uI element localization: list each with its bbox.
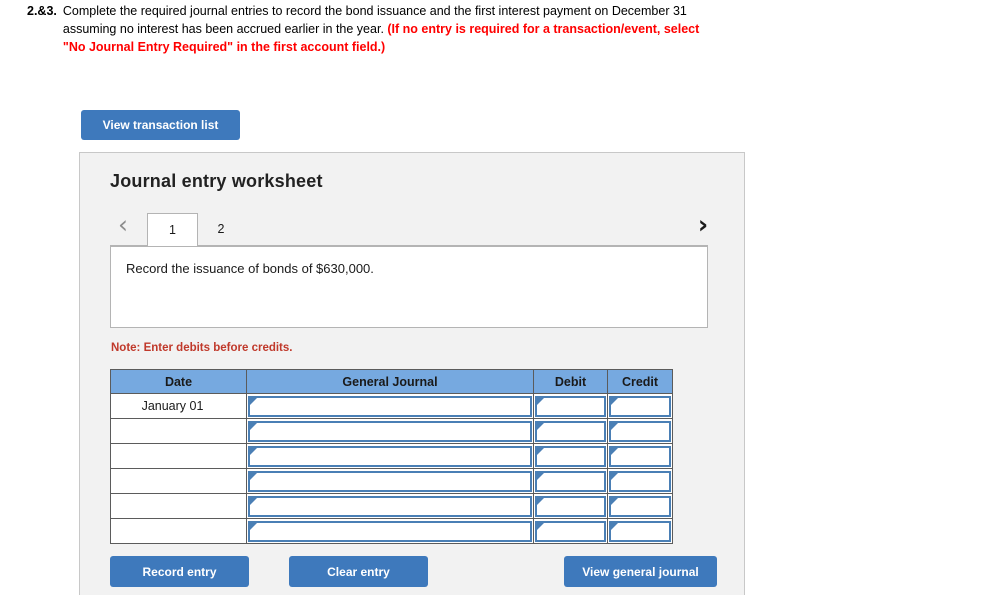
column-header-general-journal: General Journal [246, 369, 534, 394]
account-select-input[interactable] [248, 420, 532, 442]
table-row [110, 443, 673, 469]
debit-input[interactable] [535, 470, 606, 492]
table-row [110, 468, 673, 494]
credit-cell[interactable] [607, 393, 673, 419]
table-row [110, 518, 673, 544]
credit-input[interactable] [609, 420, 671, 442]
table-row [110, 493, 673, 519]
credit-cell[interactable] [607, 418, 673, 444]
credit-input[interactable] [609, 395, 671, 417]
column-header-date: Date [110, 369, 247, 394]
view-transaction-list-button[interactable]: View transaction list [81, 110, 240, 140]
debit-input[interactable] [535, 420, 606, 442]
clear-entry-button[interactable]: Clear entry [289, 556, 428, 587]
date-cell[interactable] [110, 518, 247, 544]
record-entry-button[interactable]: Record entry [110, 556, 249, 587]
general-journal-cell[interactable] [246, 418, 534, 444]
general-journal-cell[interactable] [246, 393, 534, 419]
view-general-journal-button[interactable]: View general journal [564, 556, 717, 587]
chevron-right-icon[interactable]: › [691, 210, 715, 240]
debit-cell[interactable] [533, 393, 608, 419]
account-select-input[interactable] [248, 495, 532, 517]
account-select-input[interactable] [248, 445, 532, 467]
journal-entry-table: Date General Journal Debit Credit Januar… [110, 369, 673, 544]
general-journal-cell[interactable] [246, 443, 534, 469]
journal-entry-worksheet-panel: Journal entry worksheet ‹ 1 2 › Record t… [79, 152, 745, 595]
transaction-description-box: Record the issuance of bonds of $630,000… [110, 246, 708, 328]
debit-cell[interactable] [533, 443, 608, 469]
table-row [110, 418, 673, 444]
general-journal-cell[interactable] [246, 468, 534, 494]
worksheet-title: Journal entry worksheet [110, 171, 323, 191]
debit-cell[interactable] [533, 493, 608, 519]
general-journal-cell[interactable] [246, 518, 534, 544]
credit-cell[interactable] [607, 493, 673, 519]
table-header-row: Date General Journal Debit Credit [110, 369, 673, 394]
credit-input[interactable] [609, 495, 671, 517]
credit-input[interactable] [609, 520, 671, 542]
credit-cell[interactable] [607, 443, 673, 469]
question-block: 2.&3. Complete the required journal entr… [0, 0, 740, 56]
date-cell[interactable]: January 01 [110, 393, 247, 419]
worksheet-tabs-row: ‹ 1 2 › [80, 206, 746, 247]
transaction-description-text: Record the issuance of bonds of $630,000… [126, 261, 374, 276]
column-header-credit: Credit [607, 369, 673, 394]
chevron-left-icon[interactable]: ‹ [111, 210, 135, 240]
date-cell[interactable] [110, 443, 247, 469]
general-journal-cell[interactable] [246, 493, 534, 519]
date-cell[interactable] [110, 468, 247, 494]
page-root: 2.&3. Complete the required journal entr… [0, 0, 983, 595]
debit-input[interactable] [535, 445, 606, 467]
column-header-debit: Debit [533, 369, 608, 394]
table-row: January 01 [110, 393, 673, 419]
credit-input[interactable] [609, 470, 671, 492]
debit-cell[interactable] [533, 518, 608, 544]
tab-worksheet-1[interactable]: 1 [147, 213, 198, 246]
account-select-input[interactable] [248, 520, 532, 542]
debit-input[interactable] [535, 395, 606, 417]
date-cell[interactable] [110, 418, 247, 444]
debit-cell[interactable] [533, 468, 608, 494]
credit-input[interactable] [609, 445, 671, 467]
debit-cell[interactable] [533, 418, 608, 444]
debits-before-credits-note: Note: Enter debits before credits. [111, 342, 293, 354]
debit-input[interactable] [535, 495, 606, 517]
date-cell[interactable] [110, 493, 247, 519]
question-text: Complete the required journal entries to… [57, 0, 711, 56]
credit-cell[interactable] [607, 468, 673, 494]
debit-input[interactable] [535, 520, 606, 542]
credit-cell[interactable] [607, 518, 673, 544]
account-select-input[interactable] [248, 395, 532, 417]
question-number: 2.&3. [27, 4, 57, 18]
account-select-input[interactable] [248, 470, 532, 492]
tab-worksheet-2[interactable]: 2 [206, 213, 236, 246]
